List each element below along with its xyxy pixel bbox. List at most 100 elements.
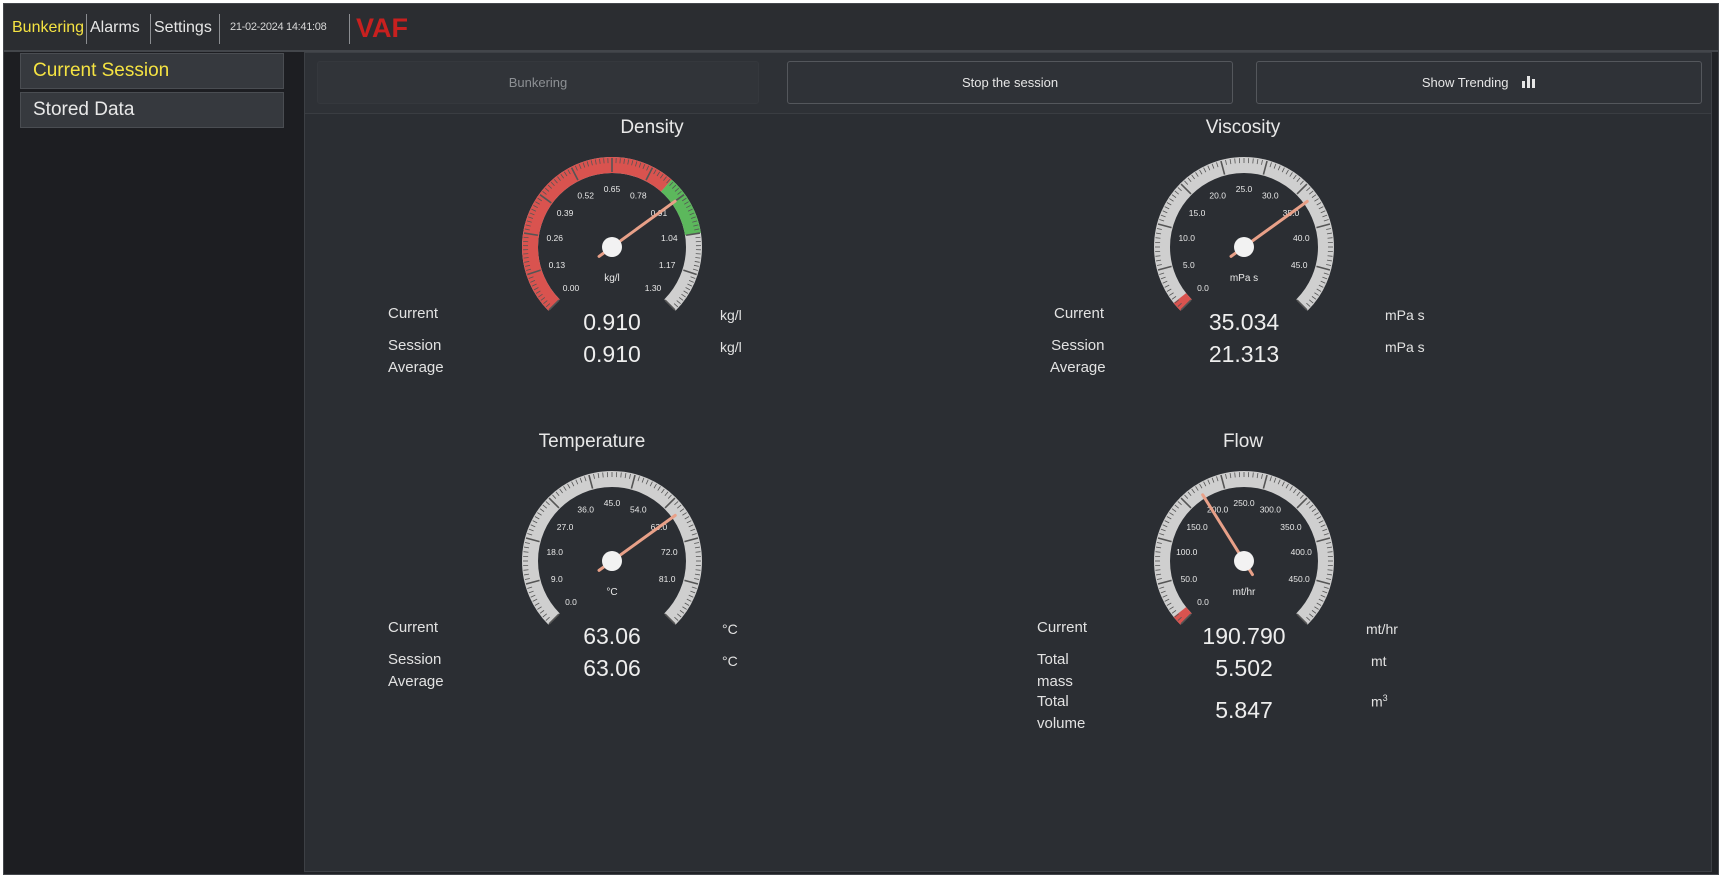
viscosity-current-unit: mPa s [1385,307,1425,323]
tab-bunkering[interactable]: Bunkering [12,16,84,40]
gauge-unit-label: kg/l [604,273,620,284]
gauge-tick-label: 0.39 [557,208,574,218]
vaf-logo: VAF [356,13,408,43]
flow-mass-label: Total mass [1037,649,1073,693]
gauge-tick-label: 72.0 [661,547,678,557]
gauge-tick-label: 45.0 [604,498,621,508]
gauge-minor-tick [1155,255,1161,257]
gauge-unit-label: mt/hr [1233,587,1256,598]
gauge-tick-label: 350.0 [1280,522,1302,532]
density-avg-label-line1: Session [388,337,442,354]
temperature-title: Temperature [538,431,646,452]
gauge-unit-label: mPa s [1230,273,1258,284]
gauge-tick-label: 450.0 [1289,574,1311,584]
gauge-tick-label: 30.0 [1262,190,1279,200]
flow-mass-label-line1: Total [1037,651,1069,668]
gauge-tick-label: 0.0 [1197,283,1209,293]
flow-volume-value: 5.847 [1215,697,1273,723]
gauge-tick-label: 10.0 [1178,233,1195,243]
gauge-tick-label: 0.00 [563,283,580,293]
tab-settings[interactable]: Settings [154,16,212,40]
stop-session-button[interactable]: Stop the session [787,61,1233,104]
tab-divider [86,14,87,44]
gauge-tick-label: 18.0 [546,547,563,557]
sidebar: Current Session Stored Data [4,52,304,874]
sidebar-item-current-session[interactable]: Current Session [20,53,284,89]
top-bar: Bunkering Alarms Settings 21-02-2024 14:… [4,4,1718,52]
gauge-minor-tick [1234,472,1236,478]
flow-current-unit: mt/hr [1366,621,1398,637]
gauge-minor-tick [602,472,604,478]
gauge-minor-tick [1155,551,1161,553]
gauge-tick-label: 100.0 [1176,547,1198,557]
gauge-tick-label: 0.65 [604,184,621,194]
toolbar: Bunkering Stop the session Show Trending [305,53,1711,114]
sidebar-item-stored-data[interactable]: Stored Data [20,92,284,128]
gauge-minor-tick [1327,569,1333,571]
flow-current-value: 190.790 [1202,623,1286,649]
gauge-tick-label: 150.0 [1186,522,1208,532]
gauge-hub [1234,551,1254,571]
gauge-tick-label: 0.0 [565,597,577,607]
density-current-value: 0.910 [583,309,641,335]
gauge-minor-tick [1252,472,1254,478]
flow-volume-label-line1: Total [1037,693,1069,710]
tab-divider [150,14,151,44]
flow-title: Flow [1222,431,1264,452]
gauge-minor-tick [523,569,529,571]
flow-mass-value: 5.502 [1215,655,1273,681]
viscosity-current-label: Current [1054,305,1105,322]
viscosity-avg-label: Session Average [1050,335,1106,379]
gauge-tick-label: 1.17 [659,260,676,270]
gauge-tick-label: 45.0 [1291,260,1308,270]
viscosity-avg-label-line1: Session [1051,337,1105,354]
gauge-hub [602,551,622,571]
flow-volume-unit: m3 [1371,693,1388,710]
tab-divider [219,14,220,44]
app-window: Bunkering Alarms Settings 21-02-2024 14:… [3,3,1719,875]
density-current-unit: kg/l [720,307,742,323]
flow-volume-label: Total volume [1037,691,1085,735]
temperature-avg-unit: °C [722,653,738,669]
temperature-current-label: Current [388,619,439,636]
gauge-tick-label: 50.0 [1181,574,1198,584]
flow-volume-unit-base: m [1371,693,1383,710]
flow-volume-label-line2: volume [1037,715,1086,732]
show-trending-button[interactable]: Show Trending [1256,61,1702,104]
bar-chart-icon [1522,75,1536,88]
tab-divider [349,14,350,44]
gauge-tick-label: 25.0 [1236,184,1253,194]
gauge-tick-label: 0.52 [577,190,594,200]
temperature-avg-label-line2: Average [388,673,444,690]
viscosity-avg-unit: mPa s [1385,339,1425,355]
density-current-label: Current [388,305,439,322]
temperature-current-value: 63.06 [583,623,641,649]
viscosity-title: Viscosity [1205,117,1281,138]
gauge-minor-tick [1155,237,1161,239]
gauge-tick-label: 36.0 [577,504,594,514]
gauge-minor-tick [695,569,701,571]
gauge-tick-label: 9.0 [551,574,563,584]
viscosity-avg-value: 21.313 [1208,341,1280,367]
gauge-tick-label: 20.0 [1209,190,1226,200]
density-title: Density [620,117,684,138]
gauge-minor-tick [1155,569,1161,571]
gauge-tick-label: 27.0 [557,522,574,532]
flow-current-label: Current [1037,619,1088,636]
temperature-current-unit: °C [722,621,738,637]
gauge-hub [1234,237,1254,257]
density-avg-label: Session Average [388,335,444,379]
gauge-tick-label: 250.0 [1233,498,1255,508]
bunkering-button[interactable]: Bunkering [317,61,759,104]
density-avg-value: 0.910 [583,341,641,367]
tab-alarms[interactable]: Alarms [90,16,140,40]
gauge-tick-label: 300.0 [1260,504,1282,514]
gauge-minor-tick [1252,158,1254,164]
flow-mass-unit: mt [1371,653,1387,669]
gauge-hub [602,237,622,257]
gauge-unit-label: °C [606,587,617,598]
gauge-tick-label: 1.04 [661,233,678,243]
gauge-tick-label: 0.26 [546,233,563,243]
show-trending-label: Show Trending [1421,75,1509,90]
gauge-tick-label: 40.0 [1293,233,1310,243]
